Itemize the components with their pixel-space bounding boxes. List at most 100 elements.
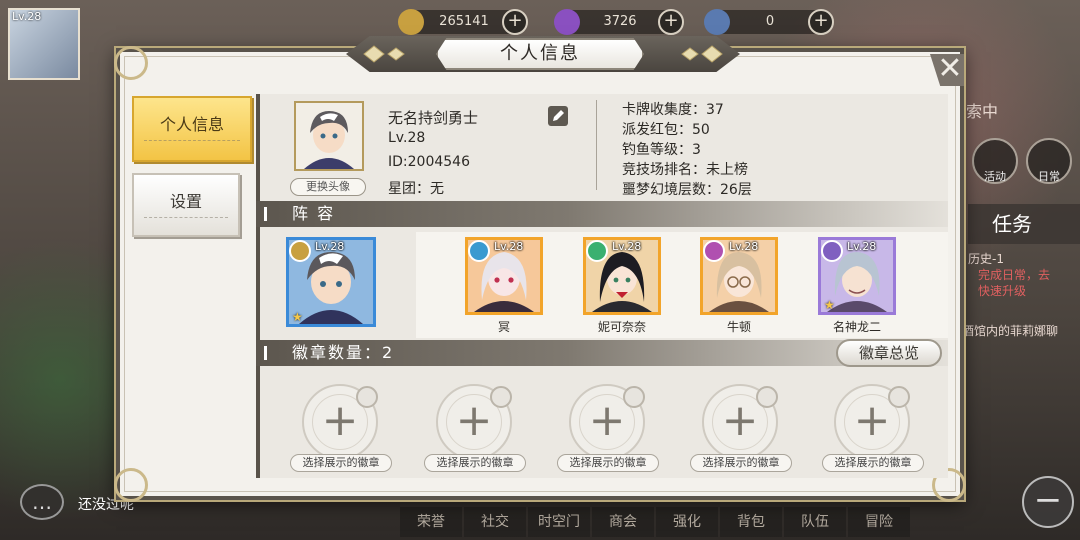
chat-bubble-icon[interactable]: … [20, 484, 64, 520]
class-badge-icon [703, 240, 725, 262]
player-id: ID:2004546 [388, 154, 470, 170]
badge-knob [623, 386, 645, 408]
collapse-button[interactable]: − [1022, 476, 1074, 528]
stat-nightmare-floors: 噩梦幻境层数：26层 [622, 182, 752, 198]
tab-settings[interactable]: 设置 [132, 173, 240, 237]
nav-portal[interactable]: 时空门 [528, 507, 590, 537]
profile-avatar[interactable] [294, 101, 364, 171]
tab-profile[interactable]: 个人信息 [132, 96, 252, 162]
section-marker [264, 346, 267, 360]
member-card-3[interactable]: Lv.28 [700, 237, 778, 315]
badge-slot-1[interactable]: + 选择展示的徽章 [286, 374, 396, 474]
tab-divider [144, 217, 228, 218]
badge-slot-5[interactable]: + 选择展示的徽章 [818, 374, 928, 474]
member-level: Lv.28 [612, 240, 642, 253]
section-marker [264, 207, 267, 221]
orb-value: 0 [765, 14, 775, 29]
daily-label: 日常 [1038, 170, 1060, 183]
member-name-2: 妮可奈奈 [597, 320, 646, 334]
class-badge-icon [468, 240, 490, 262]
orb-counter: 0 + [704, 9, 834, 35]
bg-fragment: 酒馆内的菲莉娜聊 [962, 324, 1059, 338]
badge-slot-label: 选择展示的徽章 [424, 454, 526, 472]
crystal-icon [554, 9, 580, 35]
task-label: 任务 [992, 212, 1032, 236]
badge-knob [490, 386, 512, 408]
member-name-1: 冥 [497, 320, 510, 334]
add-crystal-button[interactable]: + [658, 9, 684, 35]
tab-profile-label: 个人信息 [159, 115, 224, 134]
leader-card[interactable]: Lv.28 ★ [286, 237, 376, 327]
stat-arena-rank: 竞技场排名：未上榜 [622, 162, 748, 178]
edit-name-icon[interactable] [548, 106, 568, 126]
bottom-navigation: 荣誉 社交 时空门 商会 强化 背包 队伍 冒险 [400, 504, 1080, 540]
nav-guild[interactable]: 商会 [592, 507, 654, 537]
nav-adventure[interactable]: 冒险 [848, 507, 910, 537]
badge-slot-label: 选择展示的徽章 [290, 454, 392, 472]
crystal-value: 3726 [603, 14, 637, 29]
badge-overview-button[interactable]: 徽章总览 [836, 339, 942, 367]
badge-knob [888, 386, 910, 408]
stat-fishing-level: 钓鱼等级：3 [622, 142, 701, 158]
stats-divider [596, 100, 597, 190]
stat-red-packets: 派发红包：50 [622, 122, 710, 138]
member-level: Lv.28 [494, 240, 524, 253]
team-section-header: 阵 容 [256, 201, 948, 227]
gold-coin-icon [398, 9, 424, 35]
leader-level: Lv.28 [315, 240, 345, 253]
class-badge-icon [289, 240, 311, 262]
dialog-title: 个人信息 [436, 38, 644, 70]
corner-ornament [114, 468, 148, 502]
bg-fragment: 快速升级 [978, 284, 1027, 298]
pencil-icon [553, 110, 564, 121]
member-level: Lv.28 [729, 240, 759, 253]
class-badge-icon [586, 240, 608, 262]
badge-count: 徽章数量：2 [292, 343, 395, 362]
nav-bag[interactable]: 背包 [720, 507, 782, 537]
change-avatar-button[interactable]: 更换头像 [290, 178, 366, 196]
nav-team[interactable]: 队伍 [784, 507, 846, 537]
gold-value: 265141 [439, 14, 489, 29]
nav-enhance[interactable]: 强化 [656, 507, 718, 537]
badge-knob [756, 386, 778, 408]
stat-card-collection: 卡牌收集度：37 [622, 102, 724, 118]
event-button[interactable]: 活动 [972, 138, 1018, 184]
title-ornament-left [363, 45, 405, 63]
member-name-4: 名神龙二 [832, 320, 881, 334]
badge-slot-4[interactable]: + 选择展示的徽章 [686, 374, 796, 474]
event-label: 活动 [984, 170, 1006, 183]
add-gold-button[interactable]: + [502, 9, 528, 35]
badge-knob [356, 386, 378, 408]
badge-slot-label: 选择展示的徽章 [690, 454, 792, 472]
bg-fragment: 完成日常，去 [978, 268, 1051, 282]
orb-icon [704, 9, 730, 35]
member-name-3: 牛顿 [726, 320, 751, 334]
badge-slot-label: 选择展示的徽章 [822, 454, 924, 472]
player-level-text: Lv.28 [388, 130, 426, 146]
member-card-1[interactable]: Lv.28 [465, 237, 543, 315]
badge-slot-3[interactable]: + 选择展示的徽章 [553, 374, 663, 474]
task-button[interactable]: 任务 [968, 204, 1080, 244]
tab-divider [144, 140, 240, 141]
title-ornament-right [681, 45, 723, 63]
corner-ornament [114, 46, 148, 80]
player-guild: 星团：无 [388, 181, 444, 197]
nav-social[interactable]: 社交 [464, 507, 526, 537]
star-icon: ★ [292, 310, 303, 324]
crystal-counter: 3726 + [554, 9, 684, 35]
badge-slot-2[interactable]: + 选择展示的徽章 [420, 374, 530, 474]
member-level: Lv.28 [847, 240, 877, 253]
daily-button[interactable]: 日常 [1026, 138, 1072, 184]
team-section-title: 阵 容 [292, 204, 336, 223]
badge-slot-label: 选择展示的徽章 [557, 454, 659, 472]
tab-settings-label: 设置 [169, 192, 202, 211]
add-orb-button[interactable]: + [808, 9, 834, 35]
member-card-4[interactable]: Lv.28 ★ [818, 237, 896, 315]
profile-portrait-image [296, 103, 362, 169]
star-icon: ★ [824, 298, 835, 312]
member-card-2[interactable]: Lv.28 [583, 237, 661, 315]
gold-counter: 265141 + [398, 9, 528, 35]
bg-fragment: 索中 [966, 102, 999, 121]
player-name: 无名持剑勇士 [388, 109, 479, 127]
nav-honor[interactable]: 荣誉 [400, 507, 462, 537]
